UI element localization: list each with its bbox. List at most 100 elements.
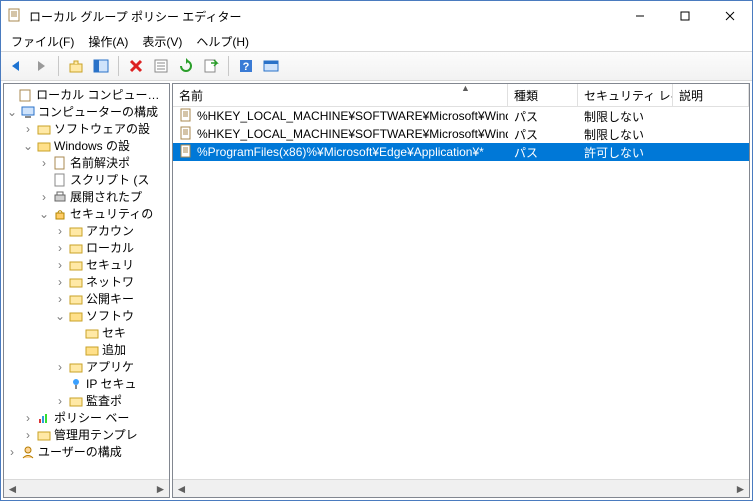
expander-icon[interactable]: › (4, 445, 20, 459)
policy-icon (52, 155, 68, 171)
expander-icon[interactable]: ⌄ (52, 309, 68, 323)
row-type: パス (508, 126, 578, 143)
show-hide-tree-button[interactable] (90, 55, 112, 77)
tree-software[interactable]: ソフトウェアの設 (54, 120, 150, 137)
expander-icon[interactable]: › (52, 224, 68, 238)
tree-policy-base[interactable]: ポリシー ベー (54, 409, 129, 426)
menu-action[interactable]: 操作(A) (82, 32, 134, 51)
expander-icon[interactable]: › (52, 394, 68, 408)
tree-public[interactable]: 公開キー (86, 290, 134, 307)
refresh-button[interactable] (175, 55, 197, 77)
tree-deployed[interactable]: 展開されたプ (70, 188, 142, 205)
help-button[interactable]: ? (235, 55, 257, 77)
tree-scripts[interactable]: スクリプト (ス (70, 171, 149, 188)
expander-icon[interactable]: › (52, 258, 68, 272)
tree-windows[interactable]: Windows の設 (54, 137, 130, 154)
expander-icon[interactable]: › (20, 428, 36, 442)
tree-seki[interactable]: セキ (102, 324, 126, 341)
rule-icon (179, 108, 193, 125)
folder-icon (36, 121, 52, 137)
menubar: ファイル(F) 操作(A) 表示(V) ヘルプ(H) (1, 31, 752, 51)
tree-network[interactable]: ネットワ (86, 273, 134, 290)
policy-root-icon (18, 87, 34, 103)
folder-icon (68, 223, 84, 239)
row-name: %ProgramFiles(x86)%¥Microsoft¥Edge¥Appli… (173, 144, 508, 161)
tree-audit[interactable]: 監査ポ (86, 392, 122, 409)
list-body[interactable]: %HKEY_LOCAL_MACHINE¥SOFTWARE¥Microsoft¥W… (173, 107, 749, 479)
expander-icon[interactable]: › (36, 156, 52, 170)
rule-icon (179, 126, 193, 143)
scroll-right-icon[interactable]: ► (152, 480, 169, 497)
row-type: パス (508, 108, 578, 125)
expander-icon[interactable]: › (52, 360, 68, 374)
scroll-left-icon[interactable]: ◄ (173, 480, 190, 497)
minimize-button[interactable] (617, 1, 662, 31)
tree-local[interactable]: ローカル (86, 239, 134, 256)
row-security: 許可しない (578, 144, 673, 161)
expander-icon[interactable]: › (52, 292, 68, 306)
menu-view[interactable]: 表示(V) (136, 32, 188, 51)
tree-soft2[interactable]: ソフトウ (86, 307, 134, 324)
back-button[interactable] (5, 55, 27, 77)
toolbar: ? (1, 51, 752, 81)
scroll-right-icon[interactable]: ► (732, 480, 749, 497)
row-name: %HKEY_LOCAL_MACHINE¥SOFTWARE¥Microsoft¥W… (173, 108, 508, 125)
menu-file[interactable]: ファイル(F) (5, 32, 80, 51)
computer-icon (20, 104, 36, 120)
folder-open-icon (68, 308, 84, 324)
delete-button[interactable] (125, 55, 147, 77)
folder-open-icon (36, 138, 52, 154)
tree-admin[interactable]: 管理用テンプレ (54, 426, 138, 443)
tree-hscrollbar[interactable]: ◄ ► (4, 479, 169, 497)
tree-security[interactable]: セキュリティの (70, 205, 153, 222)
folder-icon (68, 359, 84, 375)
row-name: %HKEY_LOCAL_MACHINE¥SOFTWARE¥Microsoft¥W… (173, 126, 508, 143)
tree-secu2[interactable]: セキュリ (86, 256, 134, 273)
expander-icon[interactable]: › (52, 241, 68, 255)
row-security: 制限しない (578, 108, 673, 125)
tree-computer[interactable]: コンピューターの構成 (38, 103, 158, 120)
col-name[interactable]: 名前 (173, 84, 508, 106)
col-type[interactable]: 種類 (508, 84, 578, 106)
col-desc[interactable]: 説明 (673, 84, 749, 106)
export-button[interactable] (200, 55, 222, 77)
tree-root[interactable]: ローカル コンピューター ポ (36, 86, 169, 103)
table-row[interactable]: %HKEY_LOCAL_MACHINE¥SOFTWARE¥Microsoft¥W… (173, 107, 749, 125)
close-button[interactable] (707, 1, 752, 31)
tree-name-res[interactable]: 名前解決ポ (70, 154, 130, 171)
folder-icon (68, 291, 84, 307)
svg-text:?: ? (243, 61, 250, 73)
table-row[interactable]: %ProgramFiles(x86)%¥Microsoft¥Edge¥Appli… (173, 143, 749, 161)
list-header: 名前 ▲ 種類 セキュリティ レベル 説明 (173, 84, 749, 107)
menu-help[interactable]: ヘルプ(H) (190, 32, 255, 51)
scroll-left-icon[interactable]: ◄ (4, 480, 21, 497)
expander-icon[interactable]: ⌄ (36, 207, 52, 221)
tree-account[interactable]: アカウン (86, 222, 134, 239)
col-security[interactable]: セキュリティ レベル (578, 84, 673, 106)
user-icon (20, 444, 36, 460)
tree-app[interactable]: アプリケ (86, 358, 134, 375)
folder-icon (68, 274, 84, 290)
tree-pane: ローカル コンピューター ポ ⌄ コンピューターの構成 › ソフトウェアの設 ⌄ Wi… (3, 83, 170, 498)
tree-ipsec[interactable]: IP セキュ (86, 375, 136, 392)
forward-button[interactable] (30, 55, 52, 77)
titlebar: ローカル グループ ポリシー エディター (1, 1, 752, 31)
expander-icon[interactable]: ⌄ (20, 139, 36, 153)
table-row[interactable]: %HKEY_LOCAL_MACHINE¥SOFTWARE¥Microsoft¥W… (173, 125, 749, 143)
expander-icon[interactable]: › (20, 411, 36, 425)
expander-icon[interactable]: ⌄ (4, 105, 20, 119)
network-icon (68, 376, 84, 392)
expander-icon[interactable]: › (20, 122, 36, 136)
expander-icon[interactable]: › (36, 190, 52, 204)
options-button[interactable] (260, 55, 282, 77)
up-button[interactable] (65, 55, 87, 77)
folder-icon (68, 393, 84, 409)
maximize-button[interactable] (662, 1, 707, 31)
properties-button[interactable] (150, 55, 172, 77)
tree-user[interactable]: ユーザーの構成 (38, 443, 122, 460)
folder-open-icon (84, 342, 100, 358)
chart-icon (36, 410, 52, 426)
expander-icon[interactable]: › (52, 275, 68, 289)
tree-add[interactable]: 追加 (102, 341, 126, 358)
list-hscrollbar[interactable]: ◄ ► (173, 479, 749, 497)
